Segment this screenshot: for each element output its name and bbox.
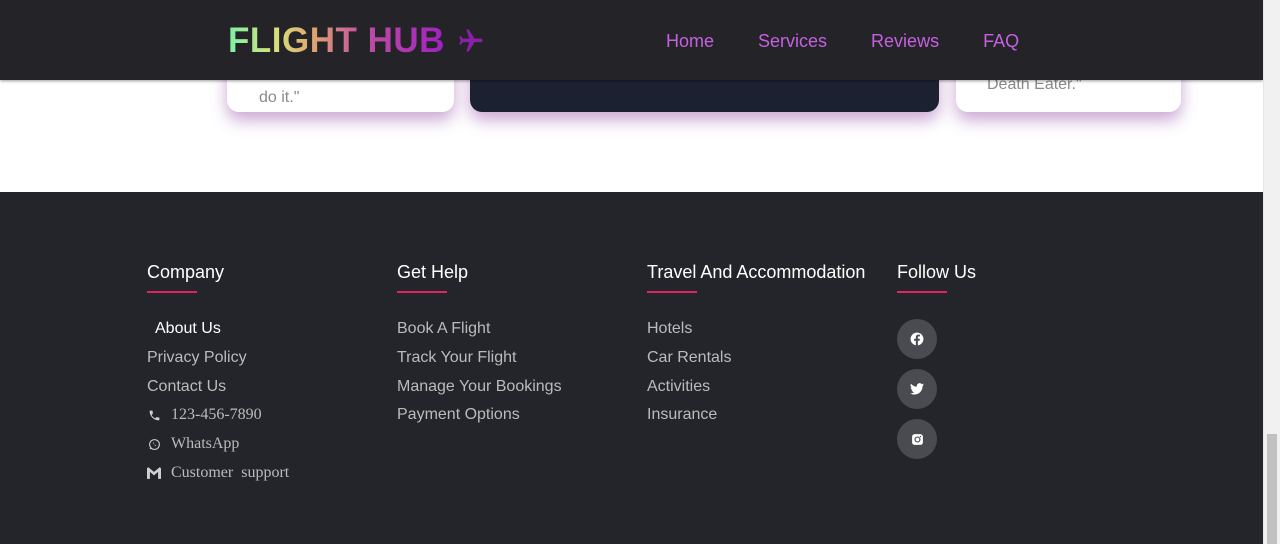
phone-icon [147, 408, 161, 422]
footer-link-car-rentals[interactable]: Car Rentals [647, 348, 865, 368]
twitter-icon [910, 383, 924, 395]
footer-link-insurance[interactable]: Insurance [647, 405, 865, 425]
page-scrollbar[interactable] [1263, 0, 1280, 544]
footer-link-track-flight[interactable]: Track Your Flight [397, 348, 562, 368]
heading-underline [397, 291, 447, 293]
footer-column-get-help: Get Help Book A Flight Track Your Flight… [397, 262, 562, 434]
contact-phone[interactable]: 123-456-7890 [147, 405, 289, 425]
heading-underline [647, 291, 697, 293]
footer-link-manage-bookings[interactable]: Manage Your Bookings [397, 377, 562, 397]
footer-heading-travel: Travel And Accommodation [647, 262, 866, 282]
nav-services[interactable]: Services [758, 30, 827, 52]
footer-column-company: Company About Us Privacy Policy Contact … [147, 262, 289, 492]
twitter-button[interactable] [897, 369, 937, 409]
nav-faq[interactable]: FAQ [983, 30, 1019, 52]
page: do it." Death Eater." FLIGHT HUB Home Se… [0, 0, 1280, 544]
footer-heading-company: Company [147, 262, 225, 282]
heading-underline [147, 291, 197, 293]
footer-link-about-us[interactable]: About Us [147, 319, 289, 339]
instagram-icon [911, 433, 923, 445]
nav-reviews[interactable]: Reviews [871, 30, 939, 52]
footer-heading-get-help: Get Help [397, 262, 469, 282]
contact-whatsapp[interactable]: WhatsApp [147, 434, 289, 454]
contact-support-text: Customer support [171, 463, 290, 481]
logo-text: FLIGHT HUB [228, 21, 445, 60]
footer-link-book-flight[interactable]: Book A Flight [397, 319, 562, 339]
whatsapp-icon [147, 437, 161, 451]
airplane-icon [459, 29, 483, 52]
contact-whatsapp-text: WhatsApp [171, 435, 240, 453]
main-nav: Home Services Reviews FAQ [666, 30, 1063, 52]
footer-link-hotels[interactable]: Hotels [647, 319, 865, 339]
footer-link-activities[interactable]: Activities [647, 377, 865, 397]
navbar: FLIGHT HUB Home Services Reviews FAQ [0, 0, 1263, 80]
footer: Company About Us Privacy Policy Contact … [0, 192, 1263, 544]
review-card-left-text: do it." [259, 89, 300, 106]
footer-link-privacy-policy[interactable]: Privacy Policy [147, 348, 289, 368]
footer-heading-follow-us: Follow Us [897, 262, 977, 282]
contact-phone-text: 123-456-7890 [171, 406, 262, 424]
footer-column-follow-us: Follow Us [897, 262, 976, 469]
contact-support[interactable]: Customer support [147, 463, 289, 483]
nav-home[interactable]: Home [666, 30, 714, 52]
footer-link-contact-us[interactable]: Contact Us [147, 377, 289, 397]
logo[interactable]: FLIGHT HUB [228, 22, 485, 60]
scrollbar-thumb[interactable] [1267, 434, 1277, 544]
footer-column-travel: Travel And Accommodation Hotels Car Rent… [647, 262, 865, 434]
footer-link-payment-options[interactable]: Payment Options [397, 405, 562, 425]
gmail-icon [147, 466, 161, 480]
facebook-icon [910, 332, 924, 346]
instagram-button[interactable] [897, 419, 937, 459]
facebook-button[interactable] [897, 319, 937, 359]
heading-underline [897, 291, 947, 293]
